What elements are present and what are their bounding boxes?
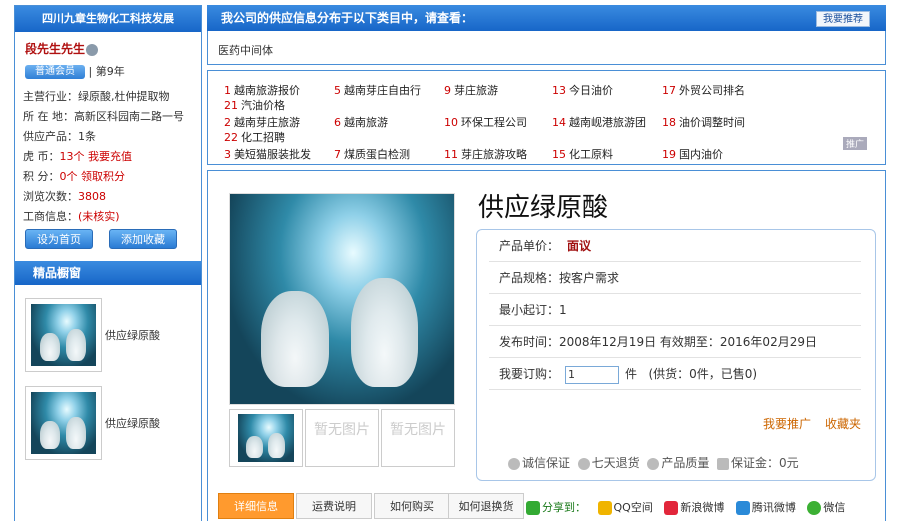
spec-row: 产品规格：按客户需求 <box>489 262 861 294</box>
category-banner-text: 我公司的供应信息分布于以下类目中，请查看： <box>221 11 474 25</box>
promo-link[interactable]: 9 芽庄旅游 <box>444 82 498 98</box>
promo-link[interactable]: 1 越南旅游报价 <box>224 82 300 98</box>
showcase-thumbnail[interactable] <box>25 298 102 372</box>
empty-thumbnail: 暂无图片 <box>381 409 455 467</box>
add-favorite-button[interactable]: 添加收藏 <box>109 229 177 249</box>
promo-link[interactable]: 13 今日油价 <box>552 82 613 98</box>
business-info-row: 工商信息：(未核实) <box>23 210 120 223</box>
promo-link[interactable]: 14 越南岘港旅游团 <box>552 114 646 130</box>
deposit-icon <box>716 457 729 470</box>
promo-link[interactable]: 5 越南芽庄自由行 <box>334 82 421 98</box>
quantity-input[interactable]: 1 <box>565 365 620 384</box>
quality-icon <box>647 457 660 470</box>
promo-link[interactable]: 17 外贸公司排名 <box>662 82 745 98</box>
tencent-weibo-icon[interactable] <box>735 501 750 515</box>
stock-info: (供货：0件，已售0) <box>648 367 758 381</box>
empty-thumbnail: 暂无图片 <box>305 409 379 467</box>
order-row: 我要订购： 1 件 (供货：0件，已售0) <box>489 358 861 390</box>
promo-link[interactable]: 18 油价调整时间 <box>662 114 745 130</box>
collect-link[interactable]: 收藏夹 <box>825 417 861 431</box>
ad-tag[interactable]: 推广 <box>842 137 867 150</box>
product-thumbnail[interactable] <box>229 409 303 467</box>
promo-link[interactable]: 7 煤质蛋白检测 <box>334 146 410 162</box>
tab-details[interactable]: 详细信息 <box>218 493 294 519</box>
promo-link[interactable]: 2 越南芽庄旅游 <box>224 114 300 130</box>
guarantees: 诚信保证 七天退货 产品质量 保证金：0元 <box>508 454 799 471</box>
product-actions: 我要推广 收藏夹 <box>749 415 861 432</box>
contact-name-text[interactable]: 段先生先生 <box>25 42 85 56</box>
promoted-links: 1 越南旅游报价 5 越南芽庄自由行 9 芽庄旅游 13 今日油价 17 外贸公司排名 2… <box>207 70 886 165</box>
return-icon <box>577 457 590 470</box>
share-tencent-weibo[interactable]: 腾讯微博 <box>752 501 796 514</box>
recommend-button[interactable]: 我要推荐 <box>816 11 870 27</box>
min-order-row: 最小起订：1 <box>489 294 861 326</box>
category-banner: 我公司的供应信息分布于以下类目中，请查看： 我要推荐 <box>207 5 886 31</box>
tab-returns[interactable]: 如何退换货 <box>448 493 524 519</box>
claim-points-link[interactable]: 领取积分 <box>81 170 125 183</box>
points-value: 0个 <box>59 170 78 183</box>
company-sidebar: 四川九章生物化工科技发展 段先生先生 普通会员 | 第9年 主营行业：绿原酸,杜… <box>14 5 202 521</box>
showcase-title: 精品橱窗 <box>15 261 201 285</box>
tab-shipping[interactable]: 运费说明 <box>296 493 372 519</box>
category-box: 医药中间体 <box>207 31 886 65</box>
wechat-icon[interactable] <box>807 501 822 515</box>
weibo-icon[interactable] <box>664 501 679 515</box>
product-details: 产品单价： 面议 产品规格：按客户需求 最小起订：1 发布时间：2008年12月1… <box>476 229 876 481</box>
share-wechat[interactable]: 微信 <box>823 501 845 514</box>
spec-value: 按客户需求 <box>559 271 620 285</box>
recharge-link[interactable]: 我要充值 <box>88 150 132 163</box>
promo-link[interactable]: 15 化工原料 <box>552 146 613 162</box>
share-qzone[interactable]: QQ空间 <box>614 501 653 514</box>
member-years: | 第9年 <box>88 65 125 78</box>
member-badge: 普通会员 <box>25 65 85 79</box>
tab-how-to-buy[interactable]: 如何购买 <box>374 493 450 519</box>
industry-row: 主营行业：绿原酸,杜仲提取物 <box>23 90 170 103</box>
contact-name[interactable]: 段先生先生 <box>25 40 99 57</box>
showcase-item[interactable]: 供应绿原酸 <box>25 386 195 460</box>
promo-link[interactable]: 11 芽庄旅游攻略 <box>444 146 527 162</box>
share-weibo[interactable]: 新浪微博 <box>680 501 724 514</box>
showcase-item-label[interactable]: 供应绿原酸 <box>105 415 160 431</box>
member-row: 普通会员 | 第9年 <box>25 63 125 79</box>
product-main-image[interactable] <box>229 193 455 405</box>
promo-link[interactable]: 6 越南旅游 <box>334 114 388 130</box>
views-value: 3808 <box>78 190 106 203</box>
promo-link[interactable]: 22 化工招聘 <box>224 129 285 145</box>
product-panel: 暂无图片 暂无图片 供应绿原酸 产品单价： 面议 产品规格：按客户需求 最小起订：… <box>207 170 886 521</box>
industry-value[interactable]: 绿原酸,杜仲提取物 <box>78 90 170 103</box>
business-info-value: (未核实) <box>78 210 120 223</box>
share-bar: 分享到： QQ空间 新浪微博 腾讯微博 微信 <box>526 499 845 515</box>
products-value[interactable]: 1条 <box>78 130 96 143</box>
coins-value: 13个 <box>59 150 85 163</box>
contact-card-icon[interactable] <box>86 43 99 56</box>
coins-row: 虎 币：13个 我要充值 <box>23 150 132 163</box>
min-order-value: 1 <box>559 303 567 317</box>
product-title: 供应绿原酸 <box>478 193 609 223</box>
company-name: 四川九章生物化工科技发展 <box>15 6 201 32</box>
location-value: 高新区科园南二路一号 <box>74 110 184 123</box>
promote-link[interactable]: 我要推广 <box>763 417 811 431</box>
plus-icon <box>526 501 540 515</box>
showcase-item-label[interactable]: 供应绿原酸 <box>105 327 160 343</box>
date-row: 发布时间：2008年12月19日 有效期至：2016年02月29日 <box>489 326 861 358</box>
views-row: 浏览次数：3808 <box>23 190 106 203</box>
location-row: 所 在 地：高新区科园南二路一号 <box>23 110 184 123</box>
points-row: 积 分：0个 领取积分 <box>23 170 125 183</box>
category-link[interactable]: 医药中间体 <box>218 42 273 58</box>
shield-icon <box>508 457 520 470</box>
price-value: 面议 <box>567 239 592 253</box>
products-row: 供应产品：1条 <box>23 130 96 143</box>
promo-link[interactable]: 10 环保工程公司 <box>444 114 527 130</box>
promo-link[interactable]: 19 国内油价 <box>662 146 723 162</box>
promo-link[interactable]: 21 汽油价格 <box>224 97 285 113</box>
showcase-item[interactable]: 供应绿原酸 <box>25 298 195 372</box>
qzone-icon[interactable] <box>597 501 612 515</box>
showcase-thumbnail[interactable] <box>25 386 102 460</box>
price-row: 产品单价： 面议 <box>489 230 861 262</box>
set-homepage-button[interactable]: 设为首页 <box>25 229 93 249</box>
promo-link[interactable]: 3 美短猫服装批发 <box>224 146 311 162</box>
